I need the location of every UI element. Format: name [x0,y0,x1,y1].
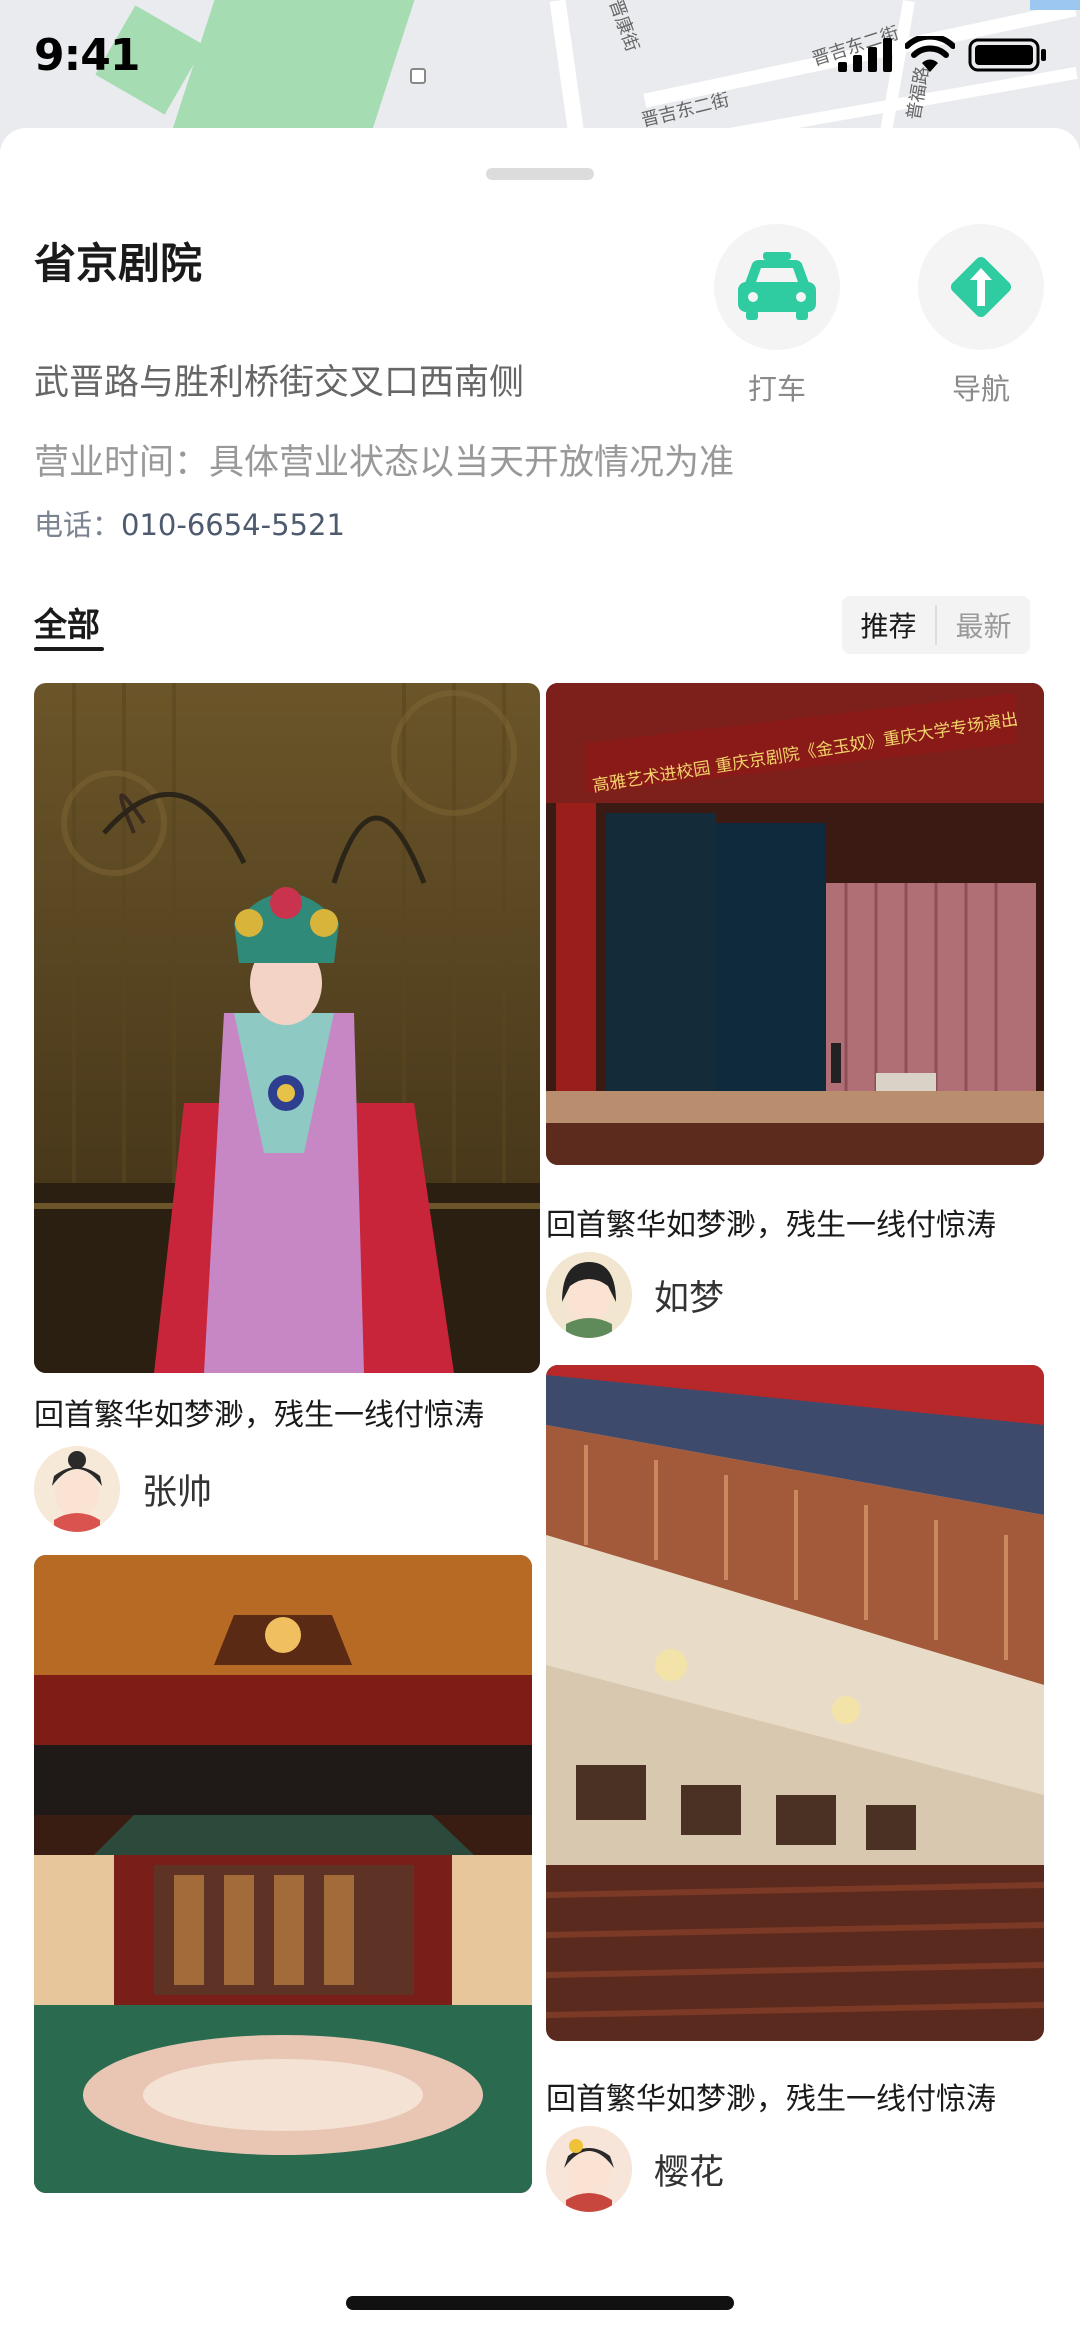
status-time: 9:41 [34,30,140,81]
sheet-drag-handle[interactable] [486,168,594,180]
card-title[interactable]: 回首繁华如梦渺，残生一线付惊涛 [546,2074,996,2118]
theater-stage-photo[interactable]: 高雅艺术进校园 重庆京剧院《金玉奴》重庆大学专场演出 [546,683,1044,1165]
navigation-button-label: 导航 [951,372,1010,406]
cellular-signal-icon [838,38,892,72]
card-title[interactable]: 回首繁华如梦渺，残生一线付惊涛 [546,1200,996,1244]
tab-all[interactable]: 全部 [34,598,100,646]
place-address: 武晋路与胜利桥街交叉口西南侧 [34,363,525,403]
avatar[interactable] [34,1446,120,1532]
phone-label: 电话： [34,508,122,542]
status-bar: 9:41 [0,0,1080,110]
hours-value: 具体营业状态以当天开放情况为准 [209,443,735,483]
place-detail-sheet: 省京剧院 武晋路与胜利桥街交叉口西南侧 营业时间：具体营业状态以当天开放情况为准… [0,128,1080,2339]
taxi-button-circle [714,224,840,350]
hours-label: 营业时间： [34,443,210,483]
place-hours: 营业时间：具体营业状态以当天开放情况为准 [34,434,734,485]
sort-recommended[interactable]: 推荐 [842,605,935,645]
sort-toggle[interactable]: 推荐 最新 [842,596,1030,654]
avatar[interactable] [546,2126,632,2212]
taxi-button-label: 打车 [747,372,806,406]
taxi-button[interactable]: 打车 [712,224,842,408]
card-author[interactable]: 张帅 [34,1446,212,1532]
place-phone[interactable]: 电话：010-6654-5521 [34,502,345,544]
tab-active-indicator [34,647,104,651]
card-author[interactable]: 樱花 [546,2126,724,2212]
author-name[interactable]: 如梦 [654,1270,724,1321]
phone-number[interactable]: 010-6654-5521 [121,508,345,542]
card-author[interactable]: 如梦 [546,1252,724,1338]
navigation-button-circle [918,224,1044,350]
card-title[interactable]: 回首繁华如梦渺，残生一线付惊涛 [34,1390,484,1434]
theater-interior-stage-photo[interactable] [34,1555,532,2193]
battery-icon [968,38,1046,72]
avatar[interactable] [546,1252,632,1338]
navigation-button[interactable]: 导航 [916,224,1046,408]
wifi-icon [905,36,955,72]
taxi-icon [738,252,816,320]
home-indicator[interactable] [346,2296,734,2310]
place-name: 省京剧院 [34,239,203,288]
author-name[interactable]: 樱花 [654,2144,724,2195]
navigation-icon [950,256,1012,318]
theater-balcony-seats-photo[interactable] [546,1365,1044,2041]
sort-latest[interactable]: 最新 [937,605,1030,645]
author-name[interactable]: 张帅 [142,1464,212,1515]
peking-opera-performer-photo[interactable] [34,683,540,1373]
